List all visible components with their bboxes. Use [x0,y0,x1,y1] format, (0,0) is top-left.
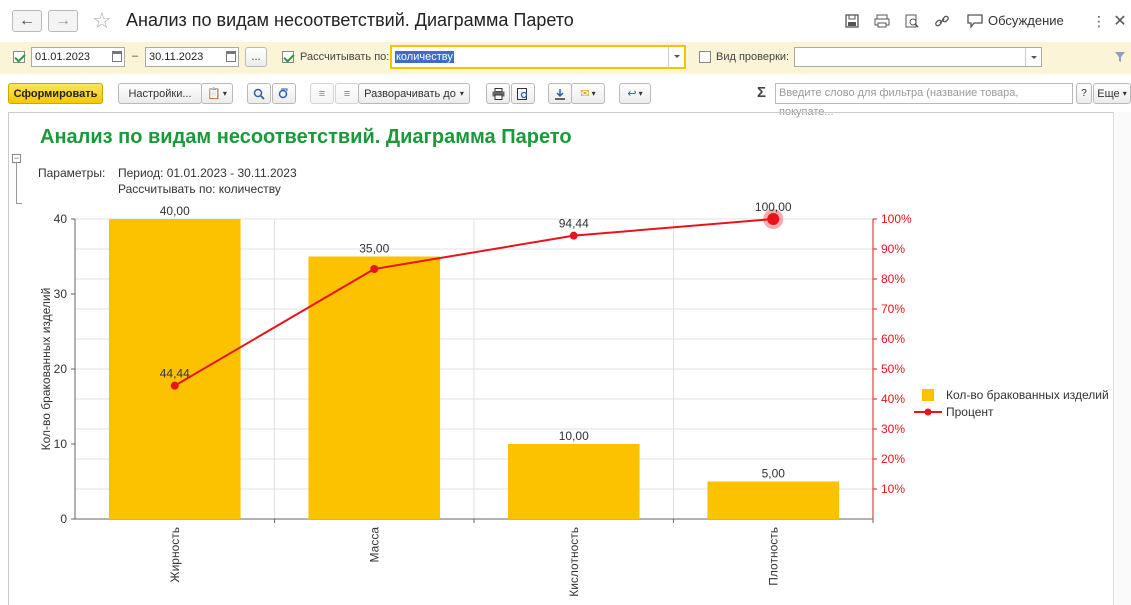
legend-swatch-bars [922,389,934,401]
y2-tick-label: 20% [881,452,905,466]
line-value-label: 94,44 [559,217,589,231]
legend-label-bars: Кол-во бракованных изделий [946,388,1109,402]
y2-tick-label: 10% [881,482,905,496]
y2-tick-label: 90% [881,242,905,256]
y-axis-label: Кол-во бракованных изделий [39,288,53,451]
bar [507,444,640,519]
y-tick-label: 40 [54,212,68,226]
bar [707,481,840,519]
y2-tick-label: 40% [881,392,905,406]
line-point [767,213,780,225]
line-point [569,231,578,240]
bar-value-label: 5,00 [762,467,786,481]
x-tick-label: Плотность [766,527,780,586]
pareto-chart: 0 10 20 30 40 10% 20% 30% 40% 50% 60% 70% 80% 90% 100%… [39,200,1109,597]
y2-tick-label: 80% [881,272,905,286]
y-tick-label: 20 [54,362,68,376]
line-point [370,265,379,274]
bar-value-label: 35,00 [359,242,389,256]
line-value-label: 100,00 [755,200,792,214]
x-tick-label: Кислотность [567,527,581,597]
x-tick-label: Масса [367,527,381,563]
line-point [170,381,179,390]
line-value-label: 44,44 [160,367,190,381]
y2-tick-label: 100% [881,212,912,226]
y-tick-label: 30 [54,287,68,301]
y2-tick-label: 70% [881,302,905,316]
legend-swatch-point [924,408,932,416]
y2-tick-label: 60% [881,332,905,346]
x-tick-label: Жирность [168,527,182,583]
legend-label-line: Процент [946,405,994,419]
y2-tick-label: 50% [881,362,905,376]
bar-value-label: 10,00 [559,429,589,443]
y-tick-label: 10 [54,437,68,451]
y2-tick-label: 30% [881,422,905,436]
y-tick-label: 0 [60,512,67,526]
bar-value-label: 40,00 [160,204,190,218]
